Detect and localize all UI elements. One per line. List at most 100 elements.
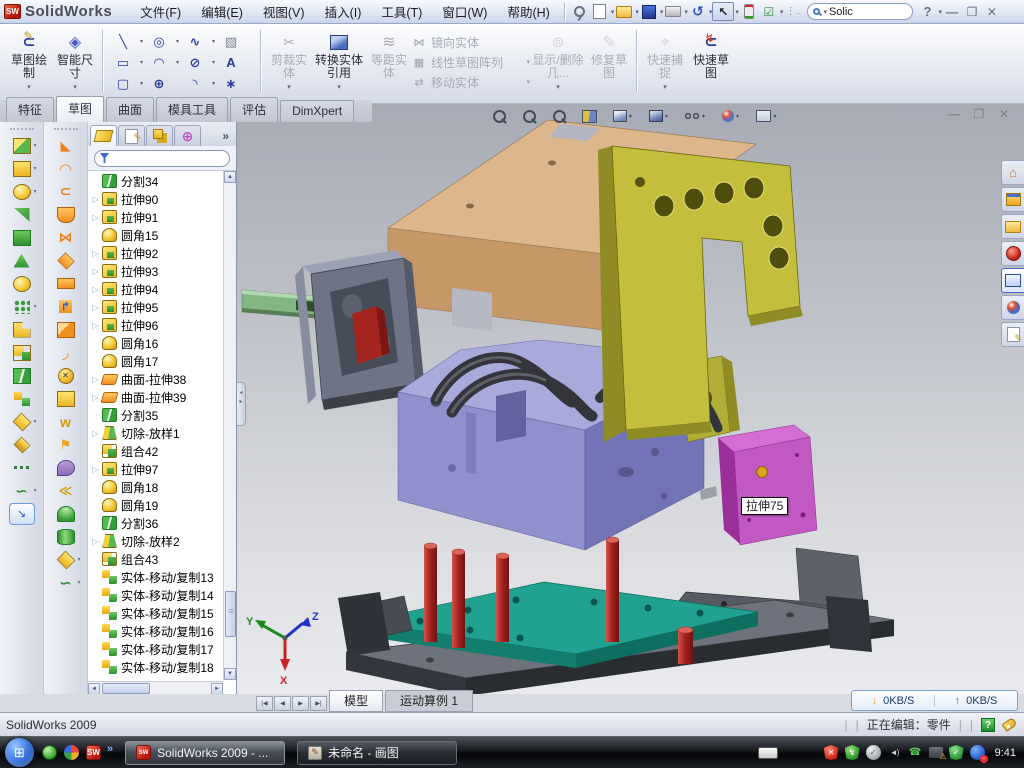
- tree-item[interactable]: 组合42: [90, 442, 222, 460]
- tree-item[interactable]: 实体-移动/复制14: [90, 586, 222, 604]
- previous-view-icon[interactable]: [547, 106, 572, 126]
- tree-item[interactable]: 切除-放样2: [90, 532, 222, 550]
- boundary-surface-icon[interactable]: [51, 226, 81, 249]
- tree-item[interactable]: 分割34: [90, 172, 222, 190]
- expand-arrow-icon[interactable]: [90, 213, 101, 222]
- command-tab[interactable]: 草图: [56, 96, 104, 122]
- shell-icon[interactable]: [7, 226, 37, 249]
- scroll-thumb[interactable]: [225, 591, 236, 637]
- tree-item[interactable]: 拉伸94: [90, 280, 222, 298]
- sync-icon[interactable]: [970, 745, 985, 760]
- rib-icon[interactable]: [7, 318, 37, 341]
- instant3d-icon[interactable]: [7, 502, 37, 525]
- model-tab[interactable]: 模型: [329, 690, 383, 712]
- tree-horizontal-scrollbar[interactable]: ◄ ►: [88, 681, 223, 694]
- addin-overflow-icon[interactable]: ⋮..: [783, 2, 803, 21]
- select-tool-button[interactable]: [712, 2, 734, 21]
- expand-arrow-icon[interactable]: [90, 249, 101, 258]
- dimxpert-manager-icon[interactable]: [174, 125, 201, 146]
- pattern-icon[interactable]: [7, 295, 37, 318]
- options-button[interactable]: ☑: [759, 2, 779, 21]
- menu-item[interactable]: 文件(F): [130, 0, 191, 24]
- sheet-nav-button[interactable]: |◀: [256, 696, 273, 711]
- scroll-thumb[interactable]: [102, 683, 150, 694]
- file-explorer-icon[interactable]: [1001, 214, 1024, 239]
- window-minimize-button[interactable]: —: [942, 5, 962, 19]
- search-input[interactable]: ▾ Solic: [807, 3, 913, 20]
- command-tab[interactable]: 曲面: [106, 97, 154, 122]
- sheet-nav-button[interactable]: ▶|: [310, 696, 327, 711]
- tree-item[interactable]: 拉伸95: [90, 298, 222, 316]
- spiral-icon[interactable]: [51, 571, 81, 594]
- model-3d[interactable]: Y Z X: [237, 104, 1024, 694]
- view-settings-icon[interactable]: [751, 106, 782, 126]
- update-icon[interactable]: [866, 745, 881, 760]
- start-button[interactable]: [5, 738, 34, 767]
- apply-scene-icon[interactable]: [715, 106, 746, 126]
- menu-item[interactable]: 编辑(E): [191, 0, 253, 24]
- smart-dimension-button[interactable]: 智能尺寸 ▾: [52, 28, 98, 94]
- zoom-fit-icon[interactable]: [487, 106, 512, 126]
- repair-sketch-button[interactable]: 修复草图: [586, 28, 632, 80]
- toolbox-icon[interactable]: [1001, 241, 1024, 266]
- volume-icon[interactable]: [887, 745, 902, 760]
- tree-item[interactable]: 分割35: [90, 406, 222, 424]
- scroll-left-button[interactable]: ◄: [88, 683, 100, 694]
- menu-item[interactable]: 插入(I): [315, 0, 372, 24]
- expand-arrow-icon[interactable]: [90, 321, 101, 330]
- antivirus-icon[interactable]: [845, 745, 860, 760]
- trim-entities-button[interactable]: 剪裁实体 ▾: [266, 28, 312, 94]
- revolved-surface-icon[interactable]: [51, 157, 81, 180]
- command-tab[interactable]: 特征: [6, 97, 54, 122]
- sheet-nav-button[interactable]: ◀: [274, 696, 291, 711]
- tree-item[interactable]: 拉伸97: [90, 460, 222, 478]
- sheet-nav-button[interactable]: ▶: [292, 696, 309, 711]
- fillet-feature-icon[interactable]: [7, 180, 37, 203]
- tree-item[interactable]: 圆角17: [90, 352, 222, 370]
- tree-item[interactable]: 实体-移动/复制13: [90, 568, 222, 586]
- window-close-button[interactable]: ✕: [982, 5, 1002, 19]
- planar-surface-icon[interactable]: [51, 272, 81, 295]
- delete-face-icon[interactable]: [51, 364, 81, 387]
- view-orientation-icon[interactable]: [607, 106, 638, 126]
- model-tab[interactable]: 运动算例 1: [385, 690, 473, 712]
- tree-item[interactable]: 拉伸92: [90, 244, 222, 262]
- section-view-icon[interactable]: [577, 106, 602, 126]
- tree-item[interactable]: 切除-放样1: [90, 424, 222, 442]
- expand-arrow-icon[interactable]: [90, 267, 101, 276]
- tree-item[interactable]: 圆角18: [90, 478, 222, 496]
- draft-icon[interactable]: [7, 249, 37, 272]
- tree-item[interactable]: 拉伸93: [90, 262, 222, 280]
- tree-item[interactable]: 实体-移动/复制17: [90, 640, 222, 658]
- tree-item[interactable]: 圆角16: [90, 334, 222, 352]
- quicklaunch-chevron[interactable]: »: [107, 743, 113, 755]
- appearances-icon[interactable]: [1001, 295, 1024, 320]
- dome-icon[interactable]: [51, 502, 81, 525]
- property-manager-icon[interactable]: [118, 125, 145, 146]
- tree-vertical-scrollbar[interactable]: ▲ ▼: [223, 171, 236, 680]
- slot-icon[interactable]: [110, 73, 136, 94]
- sketch-button[interactable]: 草图绘制 ▾: [6, 28, 52, 94]
- expand-arrow-icon[interactable]: [90, 537, 101, 546]
- live-icon[interactable]: [64, 745, 79, 760]
- quick-snaps-button[interactable]: 快速捕捉 ▾: [642, 28, 688, 94]
- expand-arrow-icon[interactable]: [90, 393, 101, 402]
- keyboard-icon[interactable]: [758, 747, 778, 759]
- scroll-right-button[interactable]: ►: [211, 683, 223, 694]
- point-icon[interactable]: [218, 73, 244, 94]
- undo-button[interactable]: ↺: [688, 2, 708, 21]
- save-button[interactable]: [639, 2, 659, 21]
- select-box-icon[interactable]: [218, 31, 244, 52]
- rebuild-icon[interactable]: [739, 2, 759, 21]
- extrude-cut-icon[interactable]: [7, 157, 37, 180]
- panel-splitter-handle[interactable]: ◂▸: [237, 382, 246, 426]
- view-palette-icon[interactable]: [1001, 268, 1024, 293]
- swept-surface-icon[interactable]: [51, 134, 81, 157]
- taskbar-window-button[interactable]: SolidWorks 2009 - ...: [125, 741, 285, 765]
- print-button[interactable]: [663, 2, 683, 21]
- zoom-area-icon[interactable]: [517, 106, 542, 126]
- ref-point-icon[interactable]: [51, 548, 81, 571]
- tree-item[interactable]: 实体-移动/复制18: [90, 658, 222, 676]
- messenger-icon[interactable]: [42, 745, 57, 760]
- expand-arrow-icon[interactable]: [90, 285, 101, 294]
